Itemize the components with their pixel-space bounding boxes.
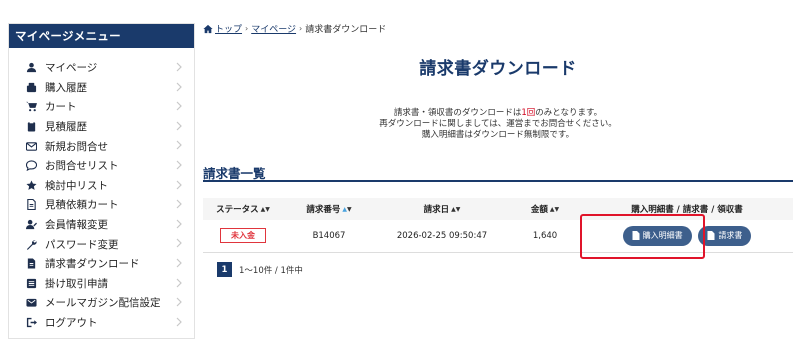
sort-icon[interactable]: ▲▼ xyxy=(451,206,460,213)
sidebar-item-cart[interactable]: カート xyxy=(9,97,194,117)
file-icon xyxy=(707,231,715,241)
sidebar-item-label: 請求書ダウンロード xyxy=(45,258,140,271)
breadcrumb-separator: › xyxy=(299,24,303,33)
document-icon xyxy=(25,199,37,211)
chevron-right-icon xyxy=(176,297,184,309)
sidebar-item-password-change[interactable]: パスワード変更 xyxy=(9,234,194,254)
chevron-right-icon xyxy=(176,62,184,74)
purchase-icon xyxy=(25,81,37,93)
invoice-number-cell: B14067 xyxy=(312,230,346,241)
sidebar-item-label: ログアウト xyxy=(45,317,98,330)
user-edit-icon xyxy=(25,219,37,231)
amount-cell: 1,640 xyxy=(532,230,558,241)
sidebar-item-label: メールマガジン配信設定 xyxy=(45,297,161,310)
breadcrumb-separator: › xyxy=(245,24,249,33)
sidebar-item-label: カート xyxy=(45,101,77,114)
chevron-right-icon xyxy=(176,140,184,152)
status-cell: 未入金 xyxy=(203,220,283,252)
home-icon xyxy=(203,24,213,34)
breadcrumb-home-link[interactable]: トップ xyxy=(215,22,242,35)
sidebar-item-inquiry-list[interactable]: お問合せリスト xyxy=(9,156,194,176)
wrench-icon xyxy=(25,238,37,250)
sidebar-item-new-inquiry[interactable]: 新規お問合せ xyxy=(9,136,194,156)
sidebar-item-label: 掛け取引申請 xyxy=(45,277,108,290)
chevron-right-icon xyxy=(176,258,184,270)
breadcrumb-mypage-link[interactable]: マイページ xyxy=(251,22,296,35)
sidebar-item-member-info[interactable]: 会員情報変更 xyxy=(9,215,194,235)
invoice-button[interactable]: 請求書 xyxy=(698,225,752,246)
sidebar-item-quote-history[interactable]: 見積履歴 xyxy=(9,117,194,137)
notice-line-3: 購入明細書はダウンロード無制限です。 xyxy=(421,130,575,140)
chevron-right-icon xyxy=(176,101,184,113)
highlight-box xyxy=(580,214,705,259)
chevron-right-icon xyxy=(176,238,184,250)
sidebar-item-label: 購入履歴 xyxy=(45,81,87,94)
column-header-number[interactable]: 請求番号 ▲▼ xyxy=(283,198,375,220)
status-badge: 未入金 xyxy=(220,228,266,244)
sidebar-item-label: 見積履歴 xyxy=(45,121,87,134)
download-limit: 1回 xyxy=(521,108,536,118)
pagination-info: 1〜10件 / 1件中 xyxy=(239,265,303,276)
sidebar-item-invoice-download[interactable]: 請求書ダウンロード xyxy=(9,254,194,274)
sidebar-item-mypage[interactable]: マイページ xyxy=(9,58,194,78)
sidebar-menu: マイページ 購入履歴 カート 見積履歴 新規お問合せ お問合せリスト 検討中リス… xyxy=(9,48,194,332)
chevron-right-icon xyxy=(176,82,184,94)
list-icon xyxy=(25,277,37,289)
sidebar-item-credit-application[interactable]: 掛け取引申請 xyxy=(9,274,194,294)
download-notice: 請求書・領収書のダウンロードは1回のみとなります。 再ダウンロードに関しましては… xyxy=(203,108,793,141)
cart-icon xyxy=(25,101,37,113)
sidebar-item-label: 新規お問合せ xyxy=(45,140,108,153)
chevron-right-icon xyxy=(176,219,184,231)
clipboard-icon xyxy=(25,121,37,133)
sidebar-item-label: マイページ xyxy=(45,62,98,75)
invoice-date-cell: 2026-02-25 09:50:47 xyxy=(396,230,488,241)
sidebar-title: マイページメニュー xyxy=(9,24,194,48)
sort-icon[interactable]: ▲▼ xyxy=(261,206,270,213)
chevron-right-icon xyxy=(176,160,184,172)
column-header-date[interactable]: 請求日 ▲▼ xyxy=(375,198,509,220)
sidebar-item-quote-cart[interactable]: 見積依頼カート xyxy=(9,195,194,215)
chevron-right-icon xyxy=(176,317,184,329)
breadcrumb-current: 請求書ダウンロード xyxy=(305,25,387,35)
chevron-right-icon xyxy=(176,180,184,192)
sidebar-item-consider-list[interactable]: 検討中リスト xyxy=(9,176,194,196)
user-icon xyxy=(25,62,37,74)
star-icon xyxy=(25,179,37,191)
sort-icon[interactable]: ▲▼ xyxy=(342,206,351,213)
mail-icon xyxy=(25,140,37,152)
notice-line-2: 再ダウンロードに関しましては、運営までお問合せください。 xyxy=(379,119,617,129)
column-header-status[interactable]: ステータス ▲▼ xyxy=(203,198,283,220)
breadcrumb: トップ › マイページ › 請求書ダウンロード xyxy=(203,22,386,35)
sidebar-item-purchase-history[interactable]: 購入履歴 xyxy=(9,78,194,98)
sidebar-item-label: 見積依頼カート xyxy=(45,199,119,212)
sidebar-item-label: 検討中リスト xyxy=(45,179,108,192)
sidebar-item-label: パスワード変更 xyxy=(45,238,119,251)
sidebar-item-label: お問合せリスト xyxy=(45,160,119,173)
chat-icon xyxy=(25,160,37,172)
logout-icon xyxy=(25,317,37,329)
mypage-sidebar: マイページメニュー マイページ 購入履歴 カート 見積履歴 新規お問合せ お問合… xyxy=(8,23,195,339)
pagination: 1 1〜10件 / 1件中 xyxy=(217,262,303,277)
notice-line-1: 請求書・領収書のダウンロードは1回のみとなります。 xyxy=(393,108,603,118)
sidebar-item-logout[interactable]: ログアウト xyxy=(9,313,194,333)
page-title: 請求書ダウンロード xyxy=(419,59,577,79)
column-header-amount[interactable]: 金額 ▲▼ xyxy=(509,198,581,220)
file-icon xyxy=(25,258,37,270)
mail-settings-icon xyxy=(25,297,37,309)
chevron-right-icon xyxy=(176,199,184,211)
chevron-right-icon xyxy=(176,121,184,133)
chevron-right-icon xyxy=(176,278,184,290)
page-number-button[interactable]: 1 xyxy=(217,262,232,277)
sort-icon[interactable]: ▲▼ xyxy=(550,206,559,213)
section-divider xyxy=(203,180,793,182)
sidebar-item-label: 会員情報変更 xyxy=(45,219,108,232)
sidebar-item-newsletter-settings[interactable]: メールマガジン配信設定 xyxy=(9,293,194,313)
